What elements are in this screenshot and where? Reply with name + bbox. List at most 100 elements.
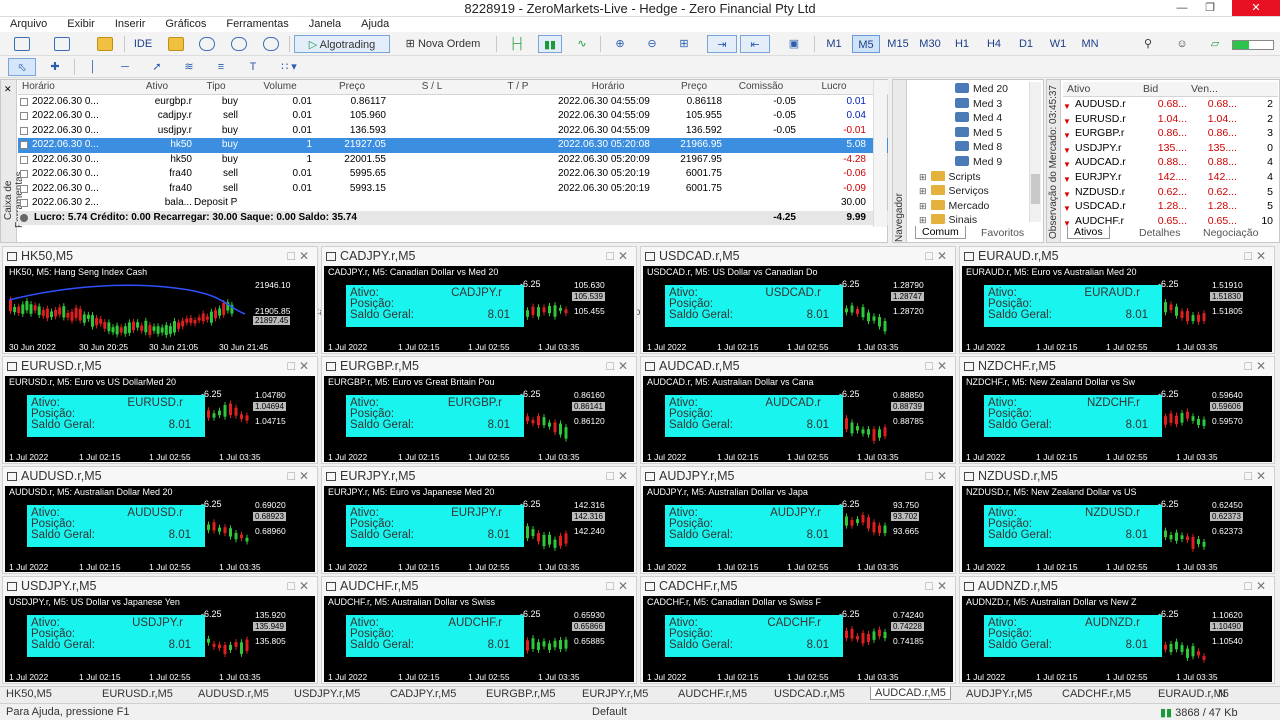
expand-icon[interactable]: ⊞: [919, 172, 927, 182]
maximize-icon[interactable]: □: [606, 247, 614, 266]
chart-tab[interactable]: AUDUSD.r,M5: [198, 688, 269, 700]
maximize-icon[interactable]: □: [925, 357, 933, 376]
shapes-icon[interactable]: ∷ ▾: [272, 58, 306, 76]
signal-icon[interactable]: [199, 37, 215, 51]
chart-titlebar[interactable]: AUDCAD.r,M5 □ ✕: [641, 357, 955, 376]
chart-titlebar[interactable]: AUDUSD.r,M5 □ ✕: [3, 467, 317, 486]
maximize-icon[interactable]: □: [287, 357, 295, 376]
trendline-icon[interactable]: ➚: [146, 58, 168, 76]
chart-titlebar[interactable]: USDJPY.r,M5 □ ✕: [3, 577, 317, 596]
column-header[interactable]: Comissão: [726, 80, 796, 94]
chart-plot[interactable]: AUDNZD.r, M5: Australian Dollar vs New Z…: [962, 596, 1272, 672]
close-chart-icon[interactable]: ✕: [937, 467, 947, 486]
close-chart-icon[interactable]: ✕: [937, 577, 947, 596]
chart-tab[interactable]: USDJPY.r,M5: [294, 688, 360, 700]
timeframe-m30[interactable]: M30: [916, 35, 944, 53]
table-row[interactable]: 2022.06.30 0... cadjpy.r sell 0.01 105.960 20…: [18, 109, 888, 124]
chart-window[interactable]: AUDNZD.r,M5 □ ✕ AUDNZD.r, M5: Australian Do…: [959, 576, 1275, 684]
toolbox-scrollbar[interactable]: [873, 80, 887, 227]
chart-plot[interactable]: AUDJPY.r, M5: Australian Dollar vs Japa 9…: [643, 486, 953, 562]
cloud-icon[interactable]: [231, 37, 247, 51]
chart-plot[interactable]: AUDCAD.r, M5: Australian Dollar vs Cana 0…: [643, 376, 953, 452]
menu-item[interactable]: Arquivo: [0, 17, 57, 32]
maximize-icon[interactable]: □: [1244, 577, 1252, 596]
close-chart-icon[interactable]: ✕: [1256, 357, 1266, 376]
maximize-icon[interactable]: □: [606, 577, 614, 596]
chart-window[interactable]: EURUSD.r,M5 □ ✕ EURUSD.r, M5: Euro vs US Do…: [2, 356, 318, 464]
close-button[interactable]: ✕: [1232, 0, 1280, 16]
lock-icon[interactable]: [168, 37, 184, 51]
chart-titlebar[interactable]: USDCAD.r,M5 □ ✕: [641, 247, 955, 266]
chart-window[interactable]: CADJPY.r,M5 □ ✕ CADJPY.r, M5: Canadian Doll…: [321, 246, 637, 354]
maximize-icon[interactable]: □: [287, 247, 295, 266]
crosshair-icon[interactable]: ✚: [44, 58, 66, 76]
close-chart-icon[interactable]: ✕: [299, 467, 309, 486]
chart-tab[interactable]: AUDCAD.r,M5: [870, 687, 951, 700]
timeframe-m15[interactable]: M15: [884, 35, 912, 53]
restore-button[interactable]: ❐: [1196, 0, 1224, 16]
autoscroll-icon[interactable]: ⇥: [707, 35, 737, 53]
chart-plot[interactable]: CADJPY.r, M5: Canadian Dollar vs Med 20 1…: [324, 266, 634, 342]
close-chart-icon[interactable]: ✕: [1256, 247, 1266, 266]
table-row[interactable]: 2022.06.30 0... fra40 sell 0.01 5993.15 2022.…: [18, 182, 888, 197]
tile-windows-icon[interactable]: ⊞: [673, 35, 695, 53]
timeframe-h1[interactable]: H1: [948, 35, 976, 53]
navigator-item[interactable]: ⊞ Serviços: [919, 185, 989, 197]
column-header[interactable]: S / L: [402, 80, 462, 94]
timeframe-m5[interactable]: M5: [852, 35, 880, 53]
chart-plot[interactable]: EURAUD.r, M5: Euro vs Australian Med 20 1…: [962, 266, 1272, 342]
column-header[interactable]: Lucro: [802, 80, 866, 94]
chart-plot[interactable]: EURJPY.r, M5: Euro vs Japanese Med 20 142…: [324, 486, 634, 562]
market-watch-row[interactable]: ▼ AUDUSD.r 0.68... 0.68... 2: [1063, 97, 1278, 112]
maximize-icon[interactable]: □: [1244, 467, 1252, 486]
timeframe-mn[interactable]: MN: [1076, 35, 1104, 53]
expand-icon[interactable]: ⊞: [919, 215, 927, 225]
table-row[interactable]: 2022.06.30 2... bala...Deposit PG 30.00: [18, 196, 888, 211]
table-row[interactable]: 2022.06.30 0... usdjpy.r buy 0.01 136.593 202…: [18, 124, 888, 139]
close-chart-icon[interactable]: ✕: [299, 247, 309, 266]
chart-tab[interactable]: AUDJPY.r,M5: [966, 688, 1032, 700]
navigator-item[interactable]: ⊞ Scripts: [919, 170, 981, 183]
column-header[interactable]: T / P: [488, 80, 548, 94]
market-watch-row[interactable]: ▼ EURUSD.r 1.04... 1.04... 2: [1063, 112, 1278, 127]
close-chart-icon[interactable]: ✕: [618, 577, 628, 596]
close-chart-icon[interactable]: ✕: [937, 357, 947, 376]
expand-icon[interactable]: ⊞: [919, 201, 927, 211]
chart-tab[interactable]: EURJPY.r,M5: [582, 688, 648, 700]
chart-window[interactable]: AUDCHF.r,M5 □ ✕ AUDCHF.r, M5: Australian Do…: [321, 576, 637, 684]
navigator-tab[interactable]: Favoritos: [981, 227, 1024, 239]
table-row[interactable]: 2022.06.30 0... eurgbp.r buy 0.01 0.86117 202…: [18, 95, 888, 110]
zoom-in-icon[interactable]: ⊕: [609, 35, 631, 53]
chart-tab[interactable]: USDCAD.r,M5: [774, 688, 845, 700]
chart-titlebar[interactable]: CADCHF.r,M5 □ ✕: [641, 577, 955, 596]
chart-titlebar[interactable]: NZDCHF.r,M5 □ ✕: [960, 357, 1274, 376]
column-header[interactable]: Horário: [558, 80, 658, 94]
maximize-icon[interactable]: □: [925, 467, 933, 486]
chart-plot[interactable]: NZDUSD.r, M5: New Zealand Dollar vs US 0.…: [962, 486, 1272, 562]
chart-plot[interactable]: HK50, M5: Hang Seng Index Cash 21946.10 21…: [5, 266, 315, 342]
market-watch-row[interactable]: ▼ AUDCAD.r 0.88... 0.88... 4: [1063, 155, 1278, 170]
market-watch-tab[interactable]: Ativos: [1067, 226, 1110, 239]
chart-plot[interactable]: CADCHF.r, M5: Canadian Dollar vs Swiss F…: [643, 596, 953, 672]
maximize-icon[interactable]: □: [1244, 357, 1252, 376]
column-header[interactable]: Ativo: [122, 80, 192, 94]
chart-shift-icon[interactable]: ⇤: [740, 35, 770, 53]
market-watch-tab[interactable]: Negociação: [1203, 227, 1258, 239]
chart-plot[interactable]: AUDCHF.r, M5: Australian Dollar vs Swiss…: [324, 596, 634, 672]
timeframe-d1[interactable]: D1: [1012, 35, 1040, 53]
maximize-icon[interactable]: □: [606, 357, 614, 376]
chart-plot[interactable]: EURUSD.r, M5: Euro vs US DollarMed 20 1.0…: [5, 376, 315, 452]
cursor-icon[interactable]: ⬁: [8, 58, 36, 76]
market-watch-row[interactable]: ▼ EURJPY.r 142.... 142.... 4: [1063, 170, 1278, 185]
chart-titlebar[interactable]: HK50,M5 □ ✕: [3, 247, 317, 266]
close-chart-icon[interactable]: ✕: [618, 357, 628, 376]
maximize-icon[interactable]: □: [1244, 247, 1252, 266]
chart-window[interactable]: EURAUD.r,M5 □ ✕ EURAUD.r, M5: Euro vs Austr…: [959, 246, 1275, 354]
navigator-item[interactable]: Med 9: [955, 156, 1002, 168]
column-header[interactable]: Bid: [1143, 82, 1187, 96]
chart-window[interactable]: USDCAD.r,M5 □ ✕ USDCAD.r, M5: US Dollar vs …: [640, 246, 956, 354]
chart-tab[interactable]: CADJPY.r,M5: [390, 688, 456, 700]
chart-titlebar[interactable]: EURAUD.r,M5 □ ✕: [960, 247, 1274, 266]
table-row[interactable]: 2022.06.30 0... hk50 buy 1 21927.05 2022.06.3…: [18, 138, 888, 153]
close-chart-icon[interactable]: ✕: [618, 247, 628, 266]
